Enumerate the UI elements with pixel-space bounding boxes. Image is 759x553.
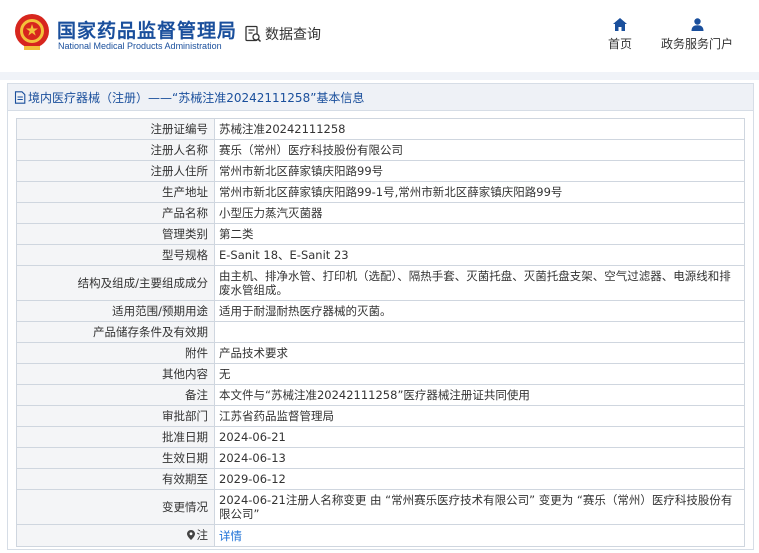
field-label: 结构及组成/主要组成成分 <box>16 265 215 301</box>
nav-service-portal[interactable]: 政务服务门户 <box>656 18 738 52</box>
site-header: 国家药品监督管理局 National Medical Products Admi… <box>0 0 759 72</box>
note-label: 注 <box>186 528 209 542</box>
field-value: 江苏省药品监督管理局 <box>214 405 745 427</box>
field-value: 产品技术要求 <box>214 342 745 364</box>
field-label: 备注 <box>16 384 215 406</box>
table-row: 变更情况 2024-06-21注册人名称变更 由 “常州赛乐医疗技术有限公司” 变… <box>16 489 745 525</box>
field-label: 注册人名称 <box>16 139 215 161</box>
note-label-text: 注 <box>196 528 209 542</box>
panel-title-bar: 境内医疗器械（注册）——“苏械注准20242111258”基本信息 <box>8 84 753 111</box>
table-row: 其他内容无 <box>16 363 745 385</box>
document-icon <box>14 90 26 104</box>
note-value-cell: 详情 <box>214 524 745 547</box>
field-value: 赛乐（常州）医疗科技股份有限公司 <box>214 139 745 161</box>
field-value <box>214 321 745 343</box>
field-value: 2029-06-12 <box>214 468 745 490</box>
table-row: 管理类别 第二类 <box>16 223 745 245</box>
field-label: 其他内容 <box>16 363 215 385</box>
field-value: 常州市新北区薛家镇庆阳路99-1号,常州市新北区薛家镇庆阳路99号 <box>214 181 745 203</box>
table-row-note: 注详情 <box>16 524 745 547</box>
table-row: 注册证编号 苏械注准20242111258 <box>16 118 745 140</box>
field-value: 小型压力蒸汽灭菌器 <box>214 202 745 224</box>
field-value: E-Sanit 18、E-Sanit 23 <box>214 244 745 266</box>
table-row: 注册人名称 赛乐（常州）医疗科技股份有限公司 <box>16 139 745 161</box>
field-label: 有效期至 <box>16 468 215 490</box>
table-row: 产品名称 小型压力蒸汽灭菌器 <box>16 202 745 224</box>
home-icon <box>613 18 627 31</box>
nav-home-label: 首页 <box>607 37 632 51</box>
field-label: 适用范围/预期用途 <box>16 300 215 322</box>
field-value: 由主机、排净水管、打印机（选配）、隔热手套、灭菌托盘、灭菌托盘支架、空气过滤器、… <box>214 265 745 301</box>
field-value: 适用于耐湿耐热医疗器械的灭菌。 <box>214 300 745 322</box>
nav-home[interactable]: 首页 <box>604 18 636 52</box>
details-link[interactable]: 详情 <box>219 529 242 543</box>
table-row: 生效日期 2024-06-13 <box>16 447 745 469</box>
field-label: 产品储存条件及有效期 <box>16 321 215 343</box>
field-value: 本文件与“苏械注准20242111258”医疗器械注册证共同使用 <box>214 384 745 406</box>
org-name-cn: 国家药品监督管理局 <box>57 20 238 42</box>
field-value: 常州市新北区薛家镇庆阳路99号 <box>214 160 745 182</box>
field-label: 产品名称 <box>16 202 215 224</box>
field-label: 生效日期 <box>16 447 215 469</box>
header-separator <box>0 72 759 80</box>
user-icon <box>691 18 703 31</box>
field-value: 无 <box>214 363 745 385</box>
table-row: 备注 本文件与“苏械注准20242111258”医疗器械注册证共同使用 <box>16 384 745 406</box>
table-row: 结构及组成/主要组成成分 由主机、排净水管、打印机（选配）、隔热手套、灭菌托盘、灭… <box>16 265 745 301</box>
org-name-en: National Medical Products Administration <box>58 41 222 51</box>
location-pin-icon <box>186 530 195 540</box>
table-row: 有效期至 2029-06-12 <box>16 468 745 490</box>
note-label-cell: 注 <box>16 524 215 547</box>
field-value: 2024-06-21注册人名称变更 由 “常州赛乐医疗技术有限公司” 变更为 “… <box>214 489 745 525</box>
field-label: 批准日期 <box>16 426 215 448</box>
national-emblem-icon <box>15 14 49 50</box>
field-value: 2024-06-13 <box>214 447 745 469</box>
device-info-panel: 境内医疗器械（注册）——“苏械注准20242111258”基本信息 注册证编号苏… <box>7 83 754 550</box>
field-label: 变更情况 <box>16 489 215 525</box>
field-label: 附件 <box>16 342 215 364</box>
search-document-icon <box>245 25 262 43</box>
table-row: 型号规格 E-Sanit 18、E-Sanit 23 <box>16 244 745 266</box>
table-row: 附件 产品技术要求 <box>16 342 745 364</box>
field-label: 审批部门 <box>16 405 215 427</box>
table-row: 批准日期 2024-06-21 <box>16 426 745 448</box>
table-row: 适用范围/预期用途 适用于耐湿耐热医疗器械的灭菌。 <box>16 300 745 322</box>
table-row: 注册人住所 常州市新北区薛家镇庆阳路99号 <box>16 160 745 182</box>
field-label: 管理类别 <box>16 223 215 245</box>
field-value: 第二类 <box>214 223 745 245</box>
table-row: 产品储存条件及有效期 <box>16 321 745 343</box>
data-query-link[interactable]: 数据查询 <box>244 24 321 44</box>
field-label: 注册证编号 <box>16 118 215 140</box>
panel-title: 境内医疗器械（注册）——“苏械注准20242111258”基本信息 <box>28 90 365 105</box>
field-label: 生产地址 <box>16 181 215 203</box>
table-row: 审批部门 江苏省药品监督管理局 <box>16 405 745 427</box>
nav-service-portal-label: 政务服务门户 <box>660 37 733 51</box>
table-row: 生产地址 常州市新北区薛家镇庆阳路99-1号,常州市新北区薛家镇庆阳路99号 <box>16 181 745 203</box>
device-info-table: 注册证编号 苏械注准20242111258 注册人名称 赛乐（常州）医疗科技股份有限公… <box>16 118 745 547</box>
field-label: 型号规格 <box>16 244 215 266</box>
field-label: 注册人住所 <box>16 160 215 182</box>
field-value: 苏械注准20242111258 <box>214 118 745 140</box>
data-query-label: 数据查询 <box>265 27 321 43</box>
field-value: 2024-06-21 <box>214 426 745 448</box>
